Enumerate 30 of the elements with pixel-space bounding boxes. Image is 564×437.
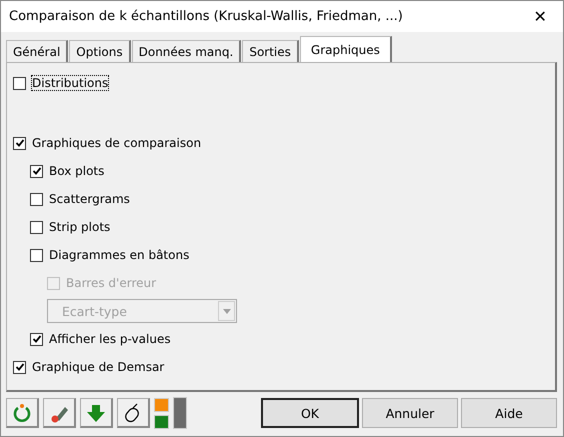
checkbox-option[interactable]: Scattergrams (30, 192, 130, 206)
color-swatches[interactable] (154, 398, 169, 428)
tab[interactable]: Général (6, 40, 68, 62)
check-icon (32, 166, 42, 176)
down-arrow-button[interactable] (80, 398, 113, 428)
dialog-button[interactable]: Aide (461, 398, 557, 428)
checkbox-option[interactable]: Diagrammes en bâtons (30, 248, 190, 262)
check-icon (32, 334, 42, 344)
caret-icon (222, 308, 230, 314)
dialog-button[interactable]: OK (261, 398, 359, 428)
check-icon (14, 138, 24, 148)
refresh-icon (12, 402, 32, 422)
tab[interactable]: Données manq. (132, 40, 242, 62)
checkbox-option[interactable]: Afficher les p-values (30, 332, 171, 346)
tab[interactable]: Sorties (242, 40, 299, 62)
down-arrow-icon (86, 402, 106, 422)
reset-button[interactable] (6, 398, 39, 428)
check-icon (14, 362, 24, 372)
checkbox-option[interactable]: Graphiques de comparaison (13, 136, 202, 150)
tab[interactable]: Graphiques (300, 36, 392, 62)
checkbox-option[interactable]: Strip plots (30, 220, 110, 234)
mouse-button[interactable] (117, 398, 150, 428)
dialog-button[interactable]: Annuler (362, 398, 458, 428)
checkbox-option[interactable]: Graphique de Demsar (13, 360, 164, 374)
checkbox-option[interactable]: Distributions (13, 76, 108, 90)
color-bar[interactable] (173, 397, 187, 429)
window-title: Comparaison de k échantillons (Kruskal-Wallis, Friedman, ...) (9, 9, 403, 24)
checkbox-option[interactable]: Box plots (30, 164, 104, 178)
tab[interactable]: Options (69, 40, 131, 62)
eraser-button[interactable] (43, 398, 76, 428)
